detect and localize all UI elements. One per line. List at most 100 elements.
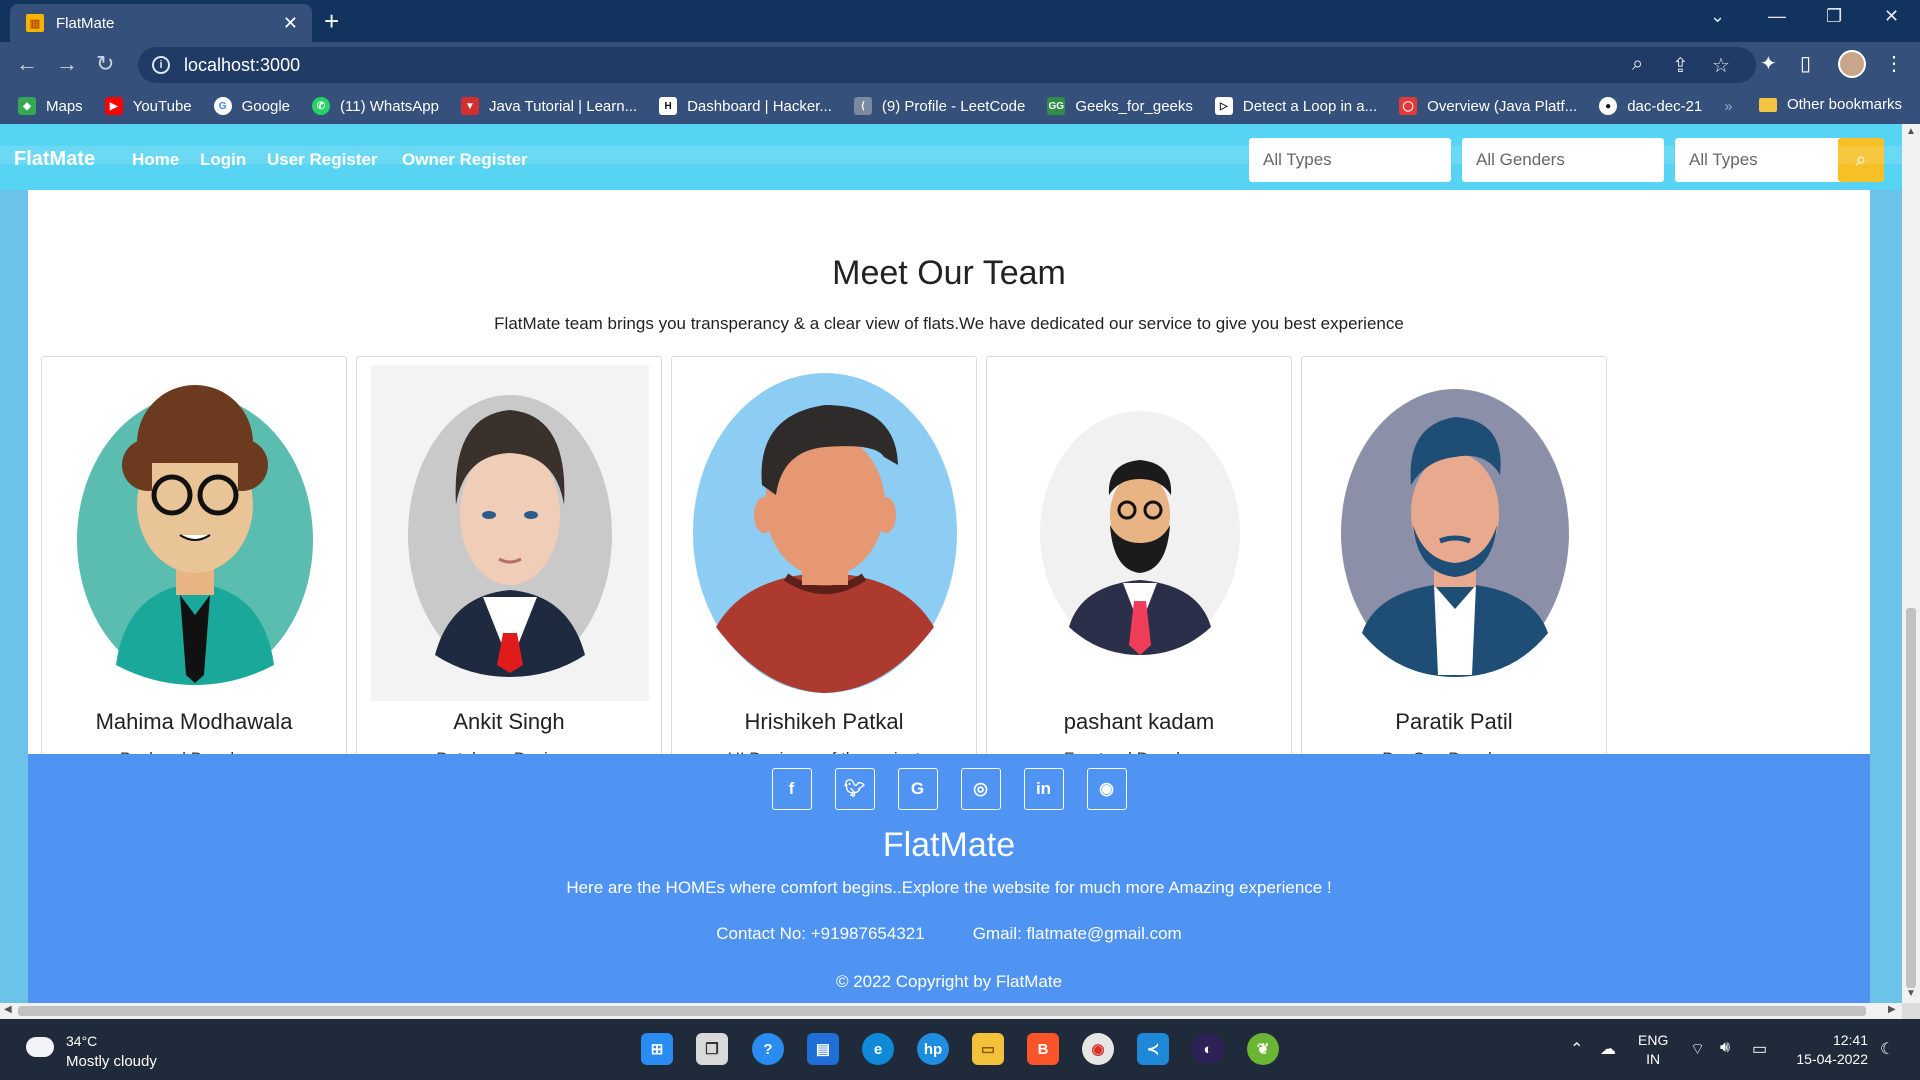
- twitter-icon[interactable]: 🐦︎: [834, 768, 875, 810]
- scroll-up-arrow-icon[interactable]: ▲: [1906, 126, 1916, 137]
- brave-browser-icon[interactable]: B: [1027, 1033, 1059, 1065]
- vscode-icon[interactable]: ≺: [1137, 1033, 1169, 1065]
- facebook-icon[interactable]: f: [771, 768, 812, 810]
- google-icon[interactable]: G: [897, 768, 938, 810]
- menu-kebab-icon[interactable]: ⋮: [1884, 51, 1904, 76]
- extensions-puzzle-icon[interactable]: ✦: [1760, 51, 1777, 76]
- file-explorer-icon[interactable]: ▭: [972, 1033, 1004, 1065]
- address-bar[interactable]: i localhost:3000 ⌕ ⇪ ☆: [138, 47, 1756, 83]
- notes-app-icon[interactable]: ▤: [807, 1033, 839, 1065]
- weather-description[interactable]: Mostly cloudy: [66, 1053, 157, 1070]
- input-language[interactable]: ENG IN: [1638, 1031, 1668, 1069]
- bookmark-leetcode[interactable]: ⟨ (9) Profile - LeetCode: [853, 97, 1025, 115]
- side-panel-icon[interactable]: ▯: [1800, 51, 1811, 76]
- footer-tagline: Here are the HOMEs where comfort begins.…: [566, 878, 1332, 897]
- browser-tab-flatmate[interactable]: ▥ FlatMate ✕: [10, 4, 312, 42]
- eclipse-icon[interactable]: ◐: [1192, 1033, 1224, 1065]
- system-clock[interactable]: 12:41 15-04-2022: [1788, 1031, 1868, 1069]
- tab-search-chevron-icon[interactable]: ⌄: [1710, 6, 1725, 27]
- bookmark-dac-dec-21[interactable]: ● dac-dec-21: [1599, 97, 1702, 115]
- scroll-left-arrow-icon[interactable]: ◀: [4, 1004, 12, 1015]
- back-arrow-icon[interactable]: ←: [16, 51, 38, 77]
- flatmate-favicon-icon: ▥: [26, 14, 44, 32]
- site-info-icon[interactable]: i: [152, 56, 170, 74]
- chrome-browser-icon[interactable]: ◉: [1082, 1033, 1114, 1065]
- new-tab-button[interactable]: +: [324, 6, 339, 37]
- volume-icon[interactable]: 🔊︎: [1720, 1039, 1730, 1057]
- bookmark-google[interactable]: G Google: [213, 97, 290, 115]
- page-viewport: FlatMate Home Login User Register Owner …: [0, 124, 1902, 1003]
- forward-arrow-icon[interactable]: →: [56, 51, 78, 77]
- github-icon: ●: [1599, 97, 1618, 115]
- java-tutorial-icon: ▼: [460, 97, 479, 115]
- bookmark-detect-loop[interactable]: ▷ Detect a Loop in a...: [1214, 97, 1377, 115]
- bookmark-java-tutorial[interactable]: ▼ Java Tutorial | Learn...: [460, 97, 637, 115]
- team-card: pashant kadam Frontend Developer: [986, 356, 1292, 792]
- nav-user-register[interactable]: User Register: [267, 150, 378, 170]
- share-icon[interactable]: ⇪: [1672, 53, 1689, 78]
- scrollbar-corner: [1902, 1003, 1920, 1019]
- cloud-weather-icon[interactable]: [26, 1037, 54, 1057]
- detect-loop-icon: ▷: [1214, 97, 1233, 115]
- site-brand[interactable]: FlatMate: [14, 148, 95, 171]
- zoom-icon[interactable]: ⌕: [1632, 53, 1643, 76]
- member-avatar-mustache: [1341, 389, 1569, 677]
- show-hidden-icons-chevron-icon[interactable]: ⌃: [1570, 1039, 1583, 1059]
- horizontal-scroll-thumb[interactable]: [18, 1006, 1866, 1016]
- browser-toolbar: ← → ↻ i localhost:3000 ⌕ ⇪ ☆ ✦ ▯ ⋮: [0, 42, 1920, 88]
- scroll-right-arrow-icon[interactable]: ▶: [1888, 1004, 1896, 1015]
- help-icon[interactable]: ?: [752, 1033, 784, 1065]
- site-navbar: FlatMate Home Login User Register Owner …: [0, 124, 1902, 190]
- type-filter-select[interactable]: All Types: [1249, 138, 1451, 182]
- bookmark-whatsapp[interactable]: ✆ (11) WhatsApp: [312, 97, 439, 115]
- vertical-scrollbar[interactable]: ▲ ▼: [1902, 124, 1920, 1003]
- team-card: Paratik Patil DevOps Developer: [1301, 356, 1607, 792]
- onedrive-cloud-icon[interactable]: ☁: [1600, 1039, 1616, 1059]
- leetcode-icon: ⟨: [853, 97, 872, 115]
- windows-start-icon[interactable]: ⊞: [641, 1033, 673, 1065]
- bookmark-star-icon[interactable]: ☆: [1712, 53, 1730, 78]
- wifi-icon[interactable]: ⌔: [1690, 1039, 1705, 1059]
- footer-copyright: © 2022 Copyright by FlatMate: [835, 972, 1063, 991]
- bookmark-geeksforgeeks[interactable]: GG Geeks_for_geeks: [1047, 97, 1193, 115]
- bookmark-maps[interactable]: ◆ Maps: [18, 97, 83, 115]
- horizontal-scrollbar[interactable]: ◀ ▶: [0, 1003, 1902, 1019]
- member-name: Hrishikeh Patkal: [744, 709, 904, 734]
- profile-avatar[interactable]: [1838, 50, 1866, 78]
- github-icon[interactable]: ◉: [1086, 768, 1127, 810]
- vertical-scroll-thumb[interactable]: [1906, 608, 1916, 988]
- nav-owner-register[interactable]: Owner Register: [402, 150, 528, 170]
- bookmark-hackerrank[interactable]: H Dashboard | Hacker...: [659, 97, 832, 115]
- nav-login[interactable]: Login: [200, 150, 246, 170]
- contact-gmail[interactable]: Gmail: flatmate@gmail.com: [973, 924, 1182, 944]
- nav-home[interactable]: Home: [132, 150, 179, 170]
- bookmark-youtube[interactable]: ▶ YouTube: [104, 97, 192, 115]
- team-card: Hrishikeh Patkal UI Designer of the proj…: [671, 356, 977, 792]
- task-view-icon[interactable]: ❐: [696, 1033, 728, 1065]
- spring-tool-icon[interactable]: ❦: [1247, 1033, 1279, 1065]
- close-window-icon[interactable]: ✕: [1884, 6, 1899, 27]
- search-button[interactable]: ⌕: [1838, 138, 1884, 182]
- team-card: Ankit Singh Database Designer: [356, 356, 662, 792]
- edge-browser-icon[interactable]: e: [862, 1033, 894, 1065]
- weather-temperature[interactable]: 34°C: [66, 1033, 97, 1049]
- linkedin-icon[interactable]: in: [1023, 768, 1064, 810]
- hp-icon[interactable]: hp: [917, 1033, 949, 1065]
- bookmarks-overflow-chevron-icon[interactable]: »: [1724, 98, 1732, 115]
- member-avatar-bearded: [1040, 411, 1240, 655]
- bookmark-java-overview[interactable]: ◯ Overview (Java Platf...: [1399, 97, 1577, 115]
- member-avatar-curly-hair: [77, 385, 313, 685]
- instagram-icon[interactable]: ◎: [960, 768, 1001, 810]
- member-name: Mahima Modhawala: [95, 709, 293, 734]
- folder-icon: [1758, 97, 1777, 112]
- notifications-icon[interactable]: ☾: [1880, 1039, 1894, 1059]
- team-section: Meet Our Team FlatMate team brings you t…: [28, 190, 1870, 792]
- gender-filter-select[interactable]: All Genders: [1462, 138, 1664, 182]
- other-bookmarks[interactable]: Other bookmarks: [1758, 96, 1902, 113]
- restore-icon[interactable]: ❐: [1826, 6, 1842, 27]
- minimize-icon[interactable]: —: [1768, 6, 1786, 27]
- reload-icon[interactable]: ↻: [96, 51, 114, 77]
- scroll-down-arrow-icon[interactable]: ▼: [1906, 988, 1916, 999]
- close-tab-icon[interactable]: ✕: [283, 13, 298, 34]
- battery-icon[interactable]: ▭: [1752, 1039, 1767, 1059]
